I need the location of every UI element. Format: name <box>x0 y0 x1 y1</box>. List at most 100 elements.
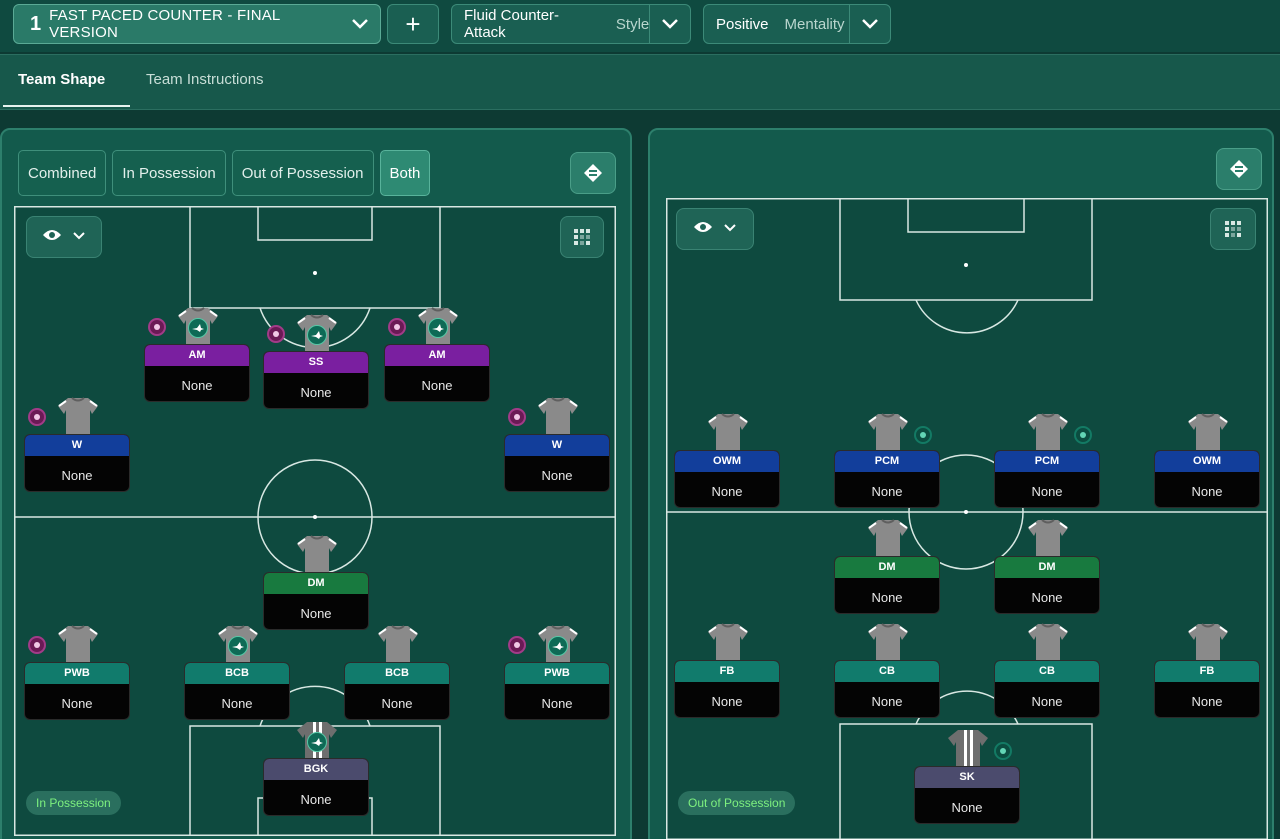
grid-icon[interactable] <box>1210 208 1256 250</box>
player-card[interactable]: W None <box>24 434 130 492</box>
player-card[interactable]: DM None <box>263 572 369 630</box>
view-out-of-possession-button[interactable]: Out of Possession <box>231 150 374 196</box>
tactic-number: 1 <box>30 12 42 35</box>
player-card[interactable]: BCB None <box>184 662 290 720</box>
shirt-icon <box>706 622 750 662</box>
shirt-icon <box>56 624 100 664</box>
pitch-rotate-icon[interactable] <box>570 152 616 194</box>
role-label: CB <box>835 661 939 682</box>
player-slot-owm[interactable]: OWM None <box>1154 412 1260 512</box>
tactics-pitch: OWM None PCM None PCM None OWM None DM None DM None… <box>666 198 1268 839</box>
shirt-icon <box>866 622 910 662</box>
duty-indicator-icon <box>508 636 526 654</box>
mentality-label: Mentality <box>784 15 845 33</box>
duty-indicator-icon <box>994 742 1012 760</box>
player-slot-cb[interactable]: CB None <box>834 622 940 722</box>
player-name: None <box>541 696 573 711</box>
player-slot-bgk[interactable]: BGK None <box>263 720 369 820</box>
duty-indicator-icon <box>388 318 406 336</box>
duty-indicator-icon <box>28 636 46 654</box>
pitch-rotate-icon[interactable] <box>1216 148 1262 190</box>
player-slot-owm[interactable]: OWM None <box>674 412 780 512</box>
player-slot-am[interactable]: AM None <box>144 306 250 406</box>
player-card[interactable]: SK None <box>914 766 1020 824</box>
player-card[interactable]: AM None <box>384 344 490 402</box>
shirt-icon <box>1186 622 1230 662</box>
player-name: None <box>381 696 413 711</box>
player-card[interactable]: PCM None <box>834 450 940 508</box>
duty-indicator-icon <box>148 318 166 336</box>
player-slot-bcb[interactable]: BCB None <box>184 624 290 724</box>
player-card[interactable]: FB None <box>674 660 780 718</box>
phase-badge: Out of Possession <box>678 791 796 815</box>
chevron-down-icon <box>723 220 737 238</box>
grid-icon[interactable] <box>560 216 604 258</box>
player-slot-dm[interactable]: DM None <box>263 534 369 634</box>
player-card[interactable]: PWB None <box>24 662 130 720</box>
visibility-toggle[interactable] <box>676 208 754 250</box>
style-dropdown[interactable]: Fluid Counter-Attack Style <box>451 4 691 44</box>
player-card[interactable]: SS None <box>263 351 369 409</box>
visibility-toggle[interactable] <box>26 216 102 258</box>
player-name: None <box>1031 590 1063 605</box>
shirt-icon <box>376 624 420 664</box>
tab-team-instructions[interactable]: Team Instructions <box>146 71 264 88</box>
player-name: None <box>421 378 453 393</box>
player-slot-sk[interactable]: SK None <box>914 728 1020 828</box>
chevron-down-icon[interactable] <box>650 5 690 43</box>
tactic-toolbar: 1 FAST PACED COUNTER - FINAL VERSION + F… <box>0 0 1280 52</box>
player-card[interactable]: DM None <box>834 556 940 614</box>
view-combined-button[interactable]: Combined <box>18 150 107 196</box>
tab-team-shape[interactable]: Team Shape <box>18 71 105 88</box>
player-card[interactable]: W None <box>504 434 610 492</box>
view-both-button[interactable]: Both <box>379 150 431 196</box>
player-slot-fb[interactable]: FB None <box>1154 622 1260 722</box>
chevron-down-icon[interactable] <box>850 5 890 43</box>
player-card[interactable]: FB None <box>1154 660 1260 718</box>
player-slot-pcm[interactable]: PCM None <box>834 412 940 512</box>
player-name: None <box>711 484 743 499</box>
chevron-down-icon[interactable] <box>340 5 380 43</box>
player-name: None <box>300 385 332 400</box>
player-card[interactable]: BCB None <box>344 662 450 720</box>
add-tactic-button[interactable]: + <box>387 4 439 44</box>
player-card[interactable]: AM None <box>144 344 250 402</box>
shirt-icon <box>1026 622 1070 662</box>
player-slot-w[interactable]: W None <box>504 396 610 496</box>
plane-role-icon <box>548 636 568 656</box>
player-card[interactable]: CB None <box>994 660 1100 718</box>
mentality-dropdown[interactable]: Positive Mentality <box>703 4 891 44</box>
player-card[interactable]: DM None <box>994 556 1100 614</box>
player-slot-pwb[interactable]: PWB None <box>24 624 130 724</box>
role-label: DM <box>264 573 368 594</box>
player-slot-ss[interactable]: SS None <box>263 313 369 413</box>
role-label: OWM <box>1155 451 1259 472</box>
tactic-name: FAST PACED COUNTER - FINAL VERSION <box>49 7 280 41</box>
tactics-pitch: AM None SS None AM None W None W None DM None PWB Non… <box>14 206 616 836</box>
tactic-selector[interactable]: 1 FAST PACED COUNTER - FINAL VERSION <box>13 4 381 44</box>
role-label: FB <box>675 661 779 682</box>
player-name: None <box>1191 694 1223 709</box>
player-slot-pwb[interactable]: PWB None <box>504 624 610 724</box>
player-card[interactable]: OWM None <box>1154 450 1260 508</box>
player-card[interactable]: CB None <box>834 660 940 718</box>
player-slot-dm[interactable]: DM None <box>994 518 1100 618</box>
player-slot-cb[interactable]: CB None <box>994 622 1100 722</box>
plane-role-icon <box>188 318 208 338</box>
in-possession-panel: Combined In Possession Out of Possession… <box>0 128 632 839</box>
player-slot-bcb[interactable]: BCB None <box>344 624 450 724</box>
player-slot-w[interactable]: W None <box>24 396 130 496</box>
player-name: None <box>300 792 332 807</box>
player-slot-fb[interactable]: FB None <box>674 622 780 722</box>
player-card[interactable]: OWM None <box>674 450 780 508</box>
view-in-possession-button[interactable]: In Possession <box>112 150 226 196</box>
tab-bar: Team Shape Team Instructions <box>0 54 1280 110</box>
player-slot-dm[interactable]: DM None <box>834 518 940 618</box>
shirt-icon <box>1026 518 1070 558</box>
player-card[interactable]: PCM None <box>994 450 1100 508</box>
player-card[interactable]: PWB None <box>504 662 610 720</box>
player-card[interactable]: BGK None <box>263 758 369 816</box>
player-slot-am[interactable]: AM None <box>384 306 490 406</box>
player-slot-pcm[interactable]: PCM None <box>994 412 1100 512</box>
duty-indicator-icon <box>267 325 285 343</box>
